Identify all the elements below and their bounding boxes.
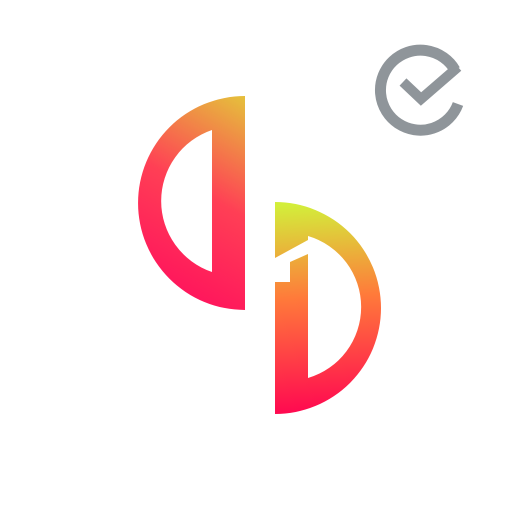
check-circle-badge-icon [374, 44, 464, 136]
logo-left-half [138, 96, 245, 310]
app-icon-canvas [0, 0, 512, 512]
app-logo [138, 44, 464, 414]
logo-right-half [275, 202, 381, 414]
